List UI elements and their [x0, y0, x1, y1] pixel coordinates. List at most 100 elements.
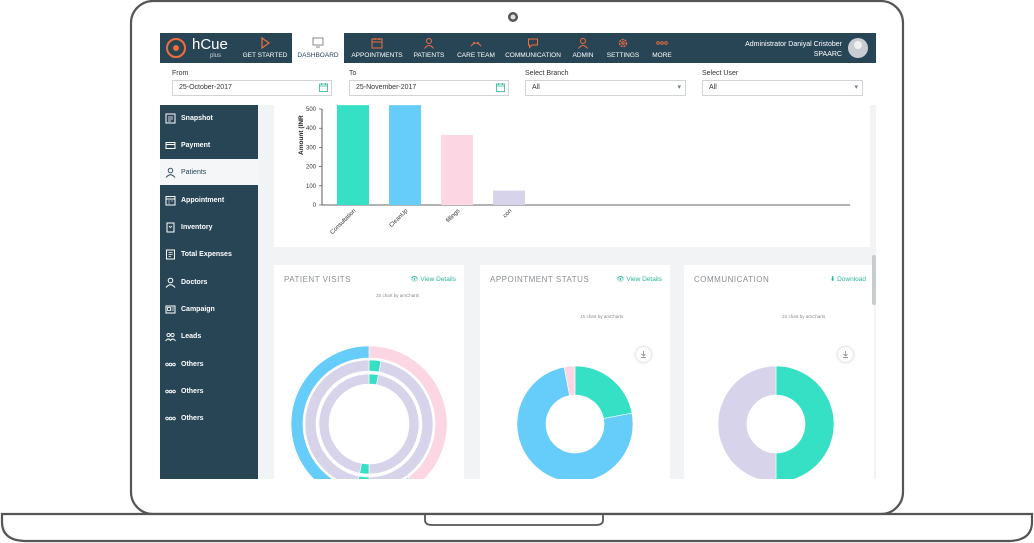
- to-label: To: [349, 70, 357, 77]
- nav-admin[interactable]: ADMIN: [568, 33, 598, 63]
- calendar-icon[interactable]: [496, 83, 505, 92]
- x-tick-label: fillings: [445, 208, 461, 224]
- sidebar-item-others[interactable]: Others: [160, 405, 258, 431]
- y-tick-label: 400: [306, 126, 317, 132]
- y-tick-label: 500: [306, 107, 317, 113]
- nav-label: CARE TEAM: [457, 52, 495, 59]
- user-name: Administrator Daniyal Cristober: [745, 41, 842, 48]
- sidebar-item-label: Snapshot: [181, 114, 213, 122]
- dots-icon: [165, 416, 176, 420]
- nav-patients[interactable]: PATIENTS: [410, 33, 448, 63]
- calendar-icon[interactable]: [319, 83, 328, 92]
- nav-more[interactable]: MORE: [648, 33, 676, 63]
- y-tick-label: 0: [313, 203, 317, 209]
- dashboard-main: 0 100 200 300 400 500 Amount (INR Consultation C…: [258, 105, 876, 479]
- sidebar-item-others[interactable]: Others: [160, 351, 258, 377]
- nav-label: PATIENTS: [413, 52, 445, 59]
- user-select[interactable]: All ▾: [702, 80, 863, 96]
- sidebar-item-payment[interactable]: Payment: [160, 132, 258, 158]
- view-details-link[interactable]: 👁 View Details: [616, 275, 662, 283]
- nav-label: APPOINTMENTS: [351, 52, 403, 59]
- sidebar: Snapshot Payment Patients Appointment In…: [160, 105, 258, 479]
- sidebar-item-label: Campaign: [181, 305, 215, 313]
- nav-appointments[interactable]: APPOINTMENTS: [348, 33, 406, 63]
- from-date-field[interactable]: 25-October-2017: [172, 80, 332, 96]
- sidebar-item-label: Others: [181, 414, 204, 422]
- sidebar-item-inventory[interactable]: Inventory: [160, 214, 258, 240]
- x-tick-label: con: [502, 208, 513, 219]
- user-select-value: All: [709, 84, 717, 91]
- dots-icon: [165, 389, 176, 393]
- nav-label: GET STARTED: [242, 52, 288, 59]
- sidebar-item-doctors[interactable]: Doctors: [160, 269, 258, 295]
- avatar[interactable]: [848, 38, 868, 58]
- gear-icon: [618, 38, 628, 48]
- from-label: From: [172, 70, 189, 77]
- y-tick-label: 100: [306, 184, 317, 190]
- nav-label: SETTINGS: [606, 52, 640, 59]
- y-axis-label: Amount (INR: [298, 115, 305, 155]
- y-tick-label: 300: [306, 145, 317, 151]
- view-details-link[interactable]: 👁 View Details: [410, 275, 456, 283]
- sidebar-item-total-expenses[interactable]: Total Expenses: [160, 241, 258, 267]
- app-screen: hCue plus GET STARTED DASHBOARD APPOINTM…: [160, 33, 876, 479]
- x-tick-label: Consultation: [330, 208, 358, 236]
- sidebar-item-label: Inventory: [181, 223, 213, 231]
- communication-slice: [775, 365, 835, 479]
- user-info[interactable]: Administrator Daniyal Cristober SPAARC: [745, 40, 842, 60]
- snapshot-icon: [165, 113, 176, 123]
- care-team-icon: [470, 42, 482, 47]
- sidebar-item-snapshot[interactable]: Snapshot: [160, 105, 258, 131]
- nav-communication[interactable]: COMMUNICATION: [504, 33, 562, 63]
- doctor-icon: [165, 277, 176, 288]
- top-navbar: hCue plus GET STARTED DASHBOARD APPOINTM…: [160, 33, 876, 63]
- play-icon: [261, 37, 271, 49]
- logo-text: hCue: [192, 36, 228, 53]
- branch-select[interactable]: All ▾: [525, 80, 686, 96]
- patient-visits-chart: [290, 345, 448, 479]
- admin-icon: [578, 38, 588, 49]
- user-org: SPAARC: [813, 51, 842, 58]
- sidebar-item-appointment[interactable]: Appointment: [160, 187, 258, 213]
- link-label: Download: [837, 276, 866, 283]
- chat-icon: [528, 38, 538, 49]
- sidebar-item-leads[interactable]: Leads: [160, 323, 258, 349]
- user-select-label: Select User: [702, 70, 739, 77]
- user-icon: [424, 38, 434, 49]
- communication-chart: [717, 365, 835, 479]
- card-title: PATIENT VISITS: [284, 275, 352, 284]
- y-tick-label: 200: [306, 165, 317, 171]
- from-date-value: 25-October-2017: [179, 84, 232, 91]
- nav-label: ADMIN: [572, 52, 594, 59]
- filter-bar: From 25-October-2017 To 25-November-2017…: [160, 63, 876, 106]
- scrollbar[interactable]: [872, 255, 876, 305]
- patient-visits-card: PATIENT VISITS 👁 View Details JS chart b…: [274, 265, 464, 479]
- to-date-field[interactable]: 25-November-2017: [349, 80, 509, 96]
- leads-icon: [165, 332, 176, 341]
- patient-icon: [165, 167, 176, 178]
- hcue-logo[interactable]: hCue plus: [160, 33, 238, 63]
- sidebar-item-label: Leads: [181, 332, 202, 340]
- nav-get-started[interactable]: GET STARTED: [240, 33, 290, 63]
- nav-settings[interactable]: SETTINGS: [604, 33, 642, 63]
- dots-icon: [165, 362, 176, 366]
- sidebar-item-campaign[interactable]: Campaign: [160, 296, 258, 322]
- sidebar-item-label: Doctors: [181, 278, 208, 286]
- branch-value: All: [532, 84, 540, 91]
- sidebar-item-others[interactable]: Others: [160, 378, 258, 404]
- nav-care-team[interactable]: CARE TEAM: [454, 33, 498, 63]
- payment-icon: [165, 141, 176, 149]
- sidebar-item-label: Payment: [181, 141, 211, 149]
- campaign-icon: [165, 305, 176, 313]
- card-title: APPOINTMENT STATUS: [490, 275, 590, 284]
- calendar-icon: [371, 38, 383, 49]
- bar: [493, 190, 525, 205]
- bar-chart-card: 0 100 200 300 400 500 Amount (INR Consultation C…: [274, 105, 870, 247]
- appointment-icon: [165, 195, 176, 205]
- sidebar-item-patients[interactable]: Patients: [160, 159, 258, 185]
- to-date-value: 25-November-2017: [356, 84, 417, 91]
- nav-dashboard[interactable]: DASHBOARD: [292, 33, 344, 63]
- download-link[interactable]: ⬇ Download: [830, 275, 866, 283]
- inventory-icon: [166, 222, 175, 232]
- sidebar-item-label: Others: [181, 387, 204, 395]
